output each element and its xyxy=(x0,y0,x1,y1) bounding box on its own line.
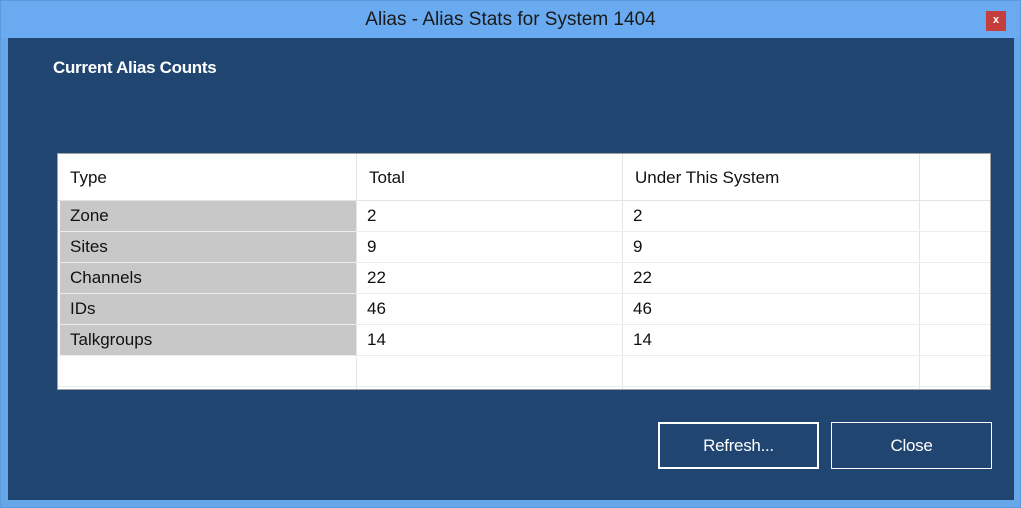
table-row[interactable]: IDs 46 46 xyxy=(58,294,990,325)
row-type-cell: Channels xyxy=(60,263,356,293)
alias-counts-grid[interactable]: Type Total Under This System Zone 2 2 Si… xyxy=(57,153,991,390)
row-total-cell: 46 xyxy=(367,299,386,318)
refresh-button[interactable]: Refresh... xyxy=(658,422,819,469)
row-under-cell: 14 xyxy=(633,330,652,349)
table-row[interactable]: Zone 2 2 xyxy=(58,201,990,232)
row-under-cell: 2 xyxy=(633,206,643,225)
row-total-cell: 2 xyxy=(367,206,377,225)
title-bar[interactable]: Alias - Alias Stats for System 1404 x xyxy=(1,1,1020,38)
dialog-window: Alias - Alias Stats for System 1404 x Cu… xyxy=(0,0,1021,508)
row-type-cell: Sites xyxy=(60,232,356,262)
row-under-cell: 9 xyxy=(633,237,643,256)
row-under-cell: 46 xyxy=(633,299,652,318)
close-button[interactable]: Close xyxy=(831,422,992,469)
row-type-cell: IDs xyxy=(60,294,356,324)
table-row[interactable]: Talkgroups 14 14 xyxy=(58,325,990,356)
row-type-cell: Zone xyxy=(60,201,356,231)
row-type-cell: Talkgroups xyxy=(60,325,356,355)
close-icon[interactable]: x xyxy=(986,11,1006,31)
new-row-placeholder[interactable] xyxy=(58,356,990,387)
row-under-cell: 22 xyxy=(633,268,652,287)
row-total-cell: 14 xyxy=(367,330,386,349)
row-total-cell: 9 xyxy=(367,237,377,256)
window-title: Alias - Alias Stats for System 1404 xyxy=(365,9,656,30)
grid-header: Type Total Under This System xyxy=(58,154,990,201)
column-header-filler xyxy=(920,154,990,200)
table-row[interactable]: Sites 9 9 xyxy=(58,232,990,263)
row-total-cell: 22 xyxy=(367,268,386,287)
table-row[interactable]: Channels 22 22 xyxy=(58,263,990,294)
column-header-type[interactable]: Type xyxy=(58,154,356,200)
column-header-under-this-system[interactable]: Under This System xyxy=(623,154,919,200)
section-title: Current Alias Counts xyxy=(53,58,217,77)
column-header-total[interactable]: Total xyxy=(357,154,622,200)
